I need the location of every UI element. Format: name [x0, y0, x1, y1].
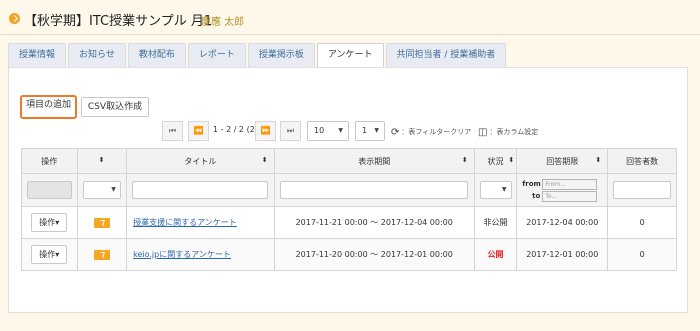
tab-announcements[interactable]: お知らせ: [68, 43, 126, 67]
respondent-count: 0: [607, 238, 677, 271]
sort-icon: ⬍: [261, 156, 268, 164]
refresh-icon: ⟳: [391, 127, 400, 138]
filter-clear-button[interactable]: ⟳ ：表フィルタークリア: [391, 126, 472, 138]
survey-table: 操作 ⬍ タイトル ⬍ 表示期間 ⬍ 状況 ⬍ 回答期限 ⬍ 回答者数 ▼ ▼ from…: [21, 148, 677, 271]
survey-badge-icon: [93, 217, 110, 228]
chevron-down-icon: ▼: [501, 186, 507, 193]
col-label: 状況: [487, 156, 504, 166]
status-filter-select[interactable]: ▼: [479, 181, 512, 199]
last-page-button[interactable]: ⏭: [280, 121, 301, 141]
deadline-range-filter: from From... to To...: [516, 173, 609, 207]
filter-clear-label: ：表フィルタークリア: [401, 128, 472, 136]
operation-dropdown-button[interactable]: 操作▾: [31, 245, 68, 264]
first-page-button[interactable]: ⏮: [162, 121, 183, 141]
teacher-name: 慶應 太郎: [201, 17, 245, 28]
pagination-info: 1 - 2 / 2 (2): [213, 125, 258, 134]
tab-reports[interactable]: レポート: [187, 43, 246, 67]
chevron-down-icon: ▼: [338, 127, 343, 134]
prev-page-button[interactable]: ⏪: [188, 121, 209, 141]
title-filter-input[interactable]: [132, 181, 269, 199]
from-label: from: [522, 180, 541, 188]
from-date-input[interactable]: From...: [542, 178, 598, 190]
course-title: 【秋学期】ITC授業サンプル 月1: [24, 14, 213, 29]
tab-bulletin-board[interactable]: 授業掲示板: [247, 43, 315, 67]
period-filter-input[interactable]: [280, 181, 469, 199]
chevron-down-icon: ▼: [374, 127, 379, 134]
page-select[interactable]: 1 ▼: [355, 121, 385, 141]
col-label: 回答者数: [626, 156, 659, 166]
answer-deadline: 2017-12-01 00:00: [516, 238, 609, 271]
col-label: 操作: [41, 156, 58, 166]
col-header-title[interactable]: タイトル ⬍: [126, 148, 275, 174]
col-label: 回答期限: [546, 156, 579, 166]
col-header-operation: 操作: [21, 148, 78, 174]
tab-bar: 授業情報 お知らせ 教材配布 レポート 授業掲示板 アンケート 共同担当者 / …: [8, 43, 508, 68]
respondent-count: 0: [607, 206, 677, 239]
per-page-value: 10: [314, 126, 325, 135]
display-period: 2017-11-21 00:00 ～ 2017-12-04 00:00: [273, 206, 475, 239]
col-header-deadline[interactable]: 回答期限 ⬍: [516, 148, 609, 174]
respondents-filter-input[interactable]: [613, 181, 672, 199]
tab-survey[interactable]: アンケート: [316, 43, 384, 68]
survey-title-link[interactable]: 授業支援に関するアンケート: [126, 206, 275, 239]
next-page-icon: ⏩: [260, 126, 271, 135]
operation-dropdown-button[interactable]: 操作▾: [31, 213, 68, 232]
add-item-button[interactable]: 項目の追加: [22, 97, 75, 117]
sort-icon: ⬍: [98, 156, 105, 164]
sort-icon: ⬍: [595, 156, 602, 164]
sort-icon: ⬍: [508, 156, 515, 164]
status-badge: 非公開: [473, 206, 518, 239]
prev-page-icon: ⏪: [193, 126, 204, 135]
first-page-icon: ⏮: [168, 126, 177, 135]
col-label: タイトル: [184, 156, 217, 166]
columns-icon: ◫: [478, 127, 488, 138]
page-header: 【秋学期】ITC授業サンプル 月1 慶應 太郎: [0, 0, 700, 38]
to-date-input[interactable]: To...: [542, 190, 598, 202]
header-divider: [0, 34, 700, 35]
checkmark-icon: [9, 13, 20, 24]
table-row: 操作▾ 授業支援に関するアンケート 2017-11-21 00:00 ～ 201…: [21, 206, 677, 239]
column-settings-label: ：表カラム設定: [489, 128, 539, 136]
col-header-type[interactable]: ⬍: [76, 148, 128, 174]
tab-materials[interactable]: 教材配布: [127, 43, 186, 67]
next-page-button[interactable]: ⏩: [255, 121, 276, 141]
col-header-period[interactable]: 表示期間 ⬍: [273, 148, 475, 174]
display-period: 2017-11-20 00:00 ～ 2017-12-01 00:00: [273, 238, 475, 271]
status-badge: 公開: [473, 238, 518, 271]
to-label: to: [532, 192, 541, 200]
answer-deadline: 2017-12-04 00:00: [516, 206, 609, 239]
filter-row: ▼ ▼ from From... to To...: [21, 173, 677, 207]
chevron-down-icon: ▼: [111, 186, 116, 193]
col-label: 表示期間: [358, 156, 391, 166]
per-page-select[interactable]: 10 ▼: [307, 121, 349, 141]
type-filter-select[interactable]: ▼: [82, 181, 121, 199]
table-row: 操作▾ keio.jpに関するアンケート 2017-11-20 00:00 ～ …: [21, 238, 677, 271]
page-value: 1: [362, 126, 368, 135]
tab-course-info[interactable]: 授業情報: [8, 43, 67, 67]
col-header-status[interactable]: 状況 ⬍: [473, 148, 518, 174]
tab-co-instructors[interactable]: 共同担当者 / 授業補助者: [385, 43, 507, 67]
operation-filter: [26, 181, 72, 199]
column-settings-button[interactable]: ◫ ：表カラム設定: [478, 126, 539, 138]
sort-icon: ⬍: [461, 156, 468, 164]
csv-import-button[interactable]: CSV取込作成: [81, 97, 149, 117]
survey-title-link[interactable]: keio.jpに関するアンケート: [126, 238, 275, 271]
col-header-respondents[interactable]: 回答者数: [607, 148, 677, 174]
survey-badge-icon: [93, 249, 110, 260]
last-page-icon: ⏭: [286, 126, 295, 135]
